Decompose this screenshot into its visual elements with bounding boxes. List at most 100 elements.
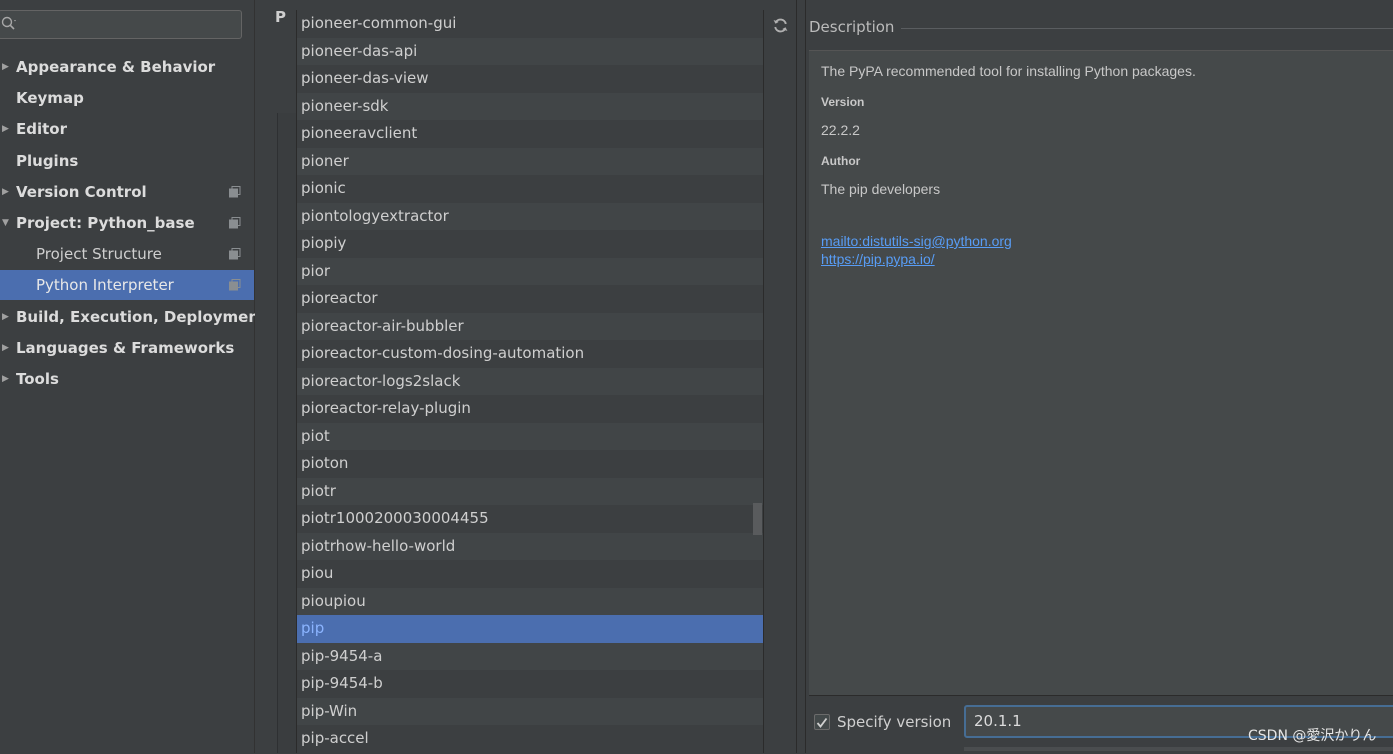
- sidebar-item[interactable]: ▶ Editor: [0, 114, 254, 144]
- collapsed-arrow-icon[interactable]: ▶: [2, 364, 9, 394]
- sidebar-item-label: Project: Python_base: [16, 214, 195, 232]
- package-name: piotr1000200030004455: [301, 509, 489, 527]
- collapsed-arrow-icon[interactable]: ▶: [2, 302, 9, 332]
- collapsed-arrow-icon[interactable]: ▶: [2, 177, 9, 207]
- package-row[interactable]: pip-Win: [297, 697, 764, 725]
- sidebar-item[interactable]: ▶ Build, Execution, Deployment: [0, 302, 266, 332]
- available-packages-list[interactable]: pioneer-common-gui pioneer-das-api pioneer…: [296, 10, 764, 753]
- page-title: P: [275, 8, 286, 26]
- package-row[interactable]: pip-9454-b: [297, 670, 764, 698]
- package-row[interactable]: pioneer-sdk: [297, 92, 764, 120]
- package-row[interactable]: pioton: [297, 450, 764, 478]
- package-name: pip-9454-b: [301, 674, 383, 692]
- sidebar-item-label: Plugins: [16, 152, 79, 170]
- package-name: pip-9454-a: [301, 646, 383, 665]
- project-scope-icon: [229, 279, 241, 291]
- sidebar-item-label: Python Interpreter: [36, 276, 174, 294]
- package-name: pioneer-sdk: [301, 96, 389, 115]
- package-name: pioreactor: [301, 289, 378, 307]
- package-name: pioneeravclient: [301, 124, 418, 142]
- sidebar-item[interactable]: Plugins: [0, 146, 254, 176]
- package-name: pip-Win: [301, 701, 358, 720]
- package-row[interactable]: piotr1000200030004455: [297, 505, 764, 533]
- watermark-text: CSDN @愛沢かりん: [1248, 728, 1377, 744]
- sidebar-item-label: Appearance & Behavior: [16, 58, 216, 76]
- package-summary: The PyPA recommended tool for installing…: [821, 63, 1196, 79]
- package-name: pioreactor-logs2slack: [301, 371, 461, 390]
- package-row[interactable]: pionic: [297, 175, 764, 203]
- sidebar-item[interactable]: Project Structure: [0, 239, 254, 269]
- email-link[interactable]: mailto:distutils-sig@python.org: [821, 233, 1012, 249]
- specify-version-label[interactable]: Specify version: [837, 713, 951, 731]
- sidebar-item[interactable]: ▶ Appearance & Behavior: [0, 52, 254, 82]
- collapsed-arrow-icon[interactable]: ▶: [2, 333, 9, 363]
- sidebar-item[interactable]: Keymap: [0, 83, 254, 113]
- project-scope-icon: [229, 248, 241, 260]
- package-row[interactable]: pior: [297, 257, 764, 285]
- version-label: Version: [821, 95, 865, 109]
- package-row[interactable]: pioreactor-air-bubbler: [297, 312, 764, 340]
- package-row[interactable]: pioneeravclient: [297, 120, 764, 148]
- package-row[interactable]: piotrhow-hello-world: [297, 532, 764, 560]
- description-title: Description: [809, 18, 895, 36]
- package-name: piontologyextractor: [301, 206, 449, 225]
- refresh-icon[interactable]: [772, 17, 789, 34]
- search-icon: [1, 16, 16, 30]
- package-row[interactable]: pioreactor-relay-plugin: [297, 395, 764, 423]
- package-name: pior: [301, 261, 331, 280]
- sidebar-item-label: Version Control: [16, 183, 147, 201]
- package-row[interactable]: pioreactor-custom-dosing-automation: [297, 340, 764, 368]
- package-row[interactable]: piopiy: [297, 230, 764, 258]
- expanded-arrow-icon[interactable]: ▼: [2, 208, 9, 238]
- package-name: pioreactor-air-bubbler: [301, 316, 464, 335]
- sidebar-item[interactable]: ▶ Version Control: [0, 177, 254, 207]
- package-name: pioneer-das-api: [301, 41, 418, 60]
- package-name: pioreactor-custom-dosing-automation: [301, 344, 585, 362]
- sidebar-item-label: Build, Execution, Deployment: [16, 308, 267, 326]
- package-name: pioneer-common-gui: [301, 14, 457, 32]
- package-name: pioner: [301, 151, 349, 170]
- sidebar-item[interactable]: ▶ Languages & Frameworks: [0, 333, 254, 363]
- package-row[interactable]: piotr: [297, 477, 764, 505]
- package-row[interactable]: pioupiou: [297, 587, 764, 615]
- package-row[interactable]: piou: [297, 560, 764, 588]
- package-name: pioneer-das-view: [301, 69, 429, 87]
- settings-sidebar: ▶ Appearance & Behavior Keymap ▶ Editor Plugi…: [0, 0, 266, 753]
- checkmark-icon: [816, 717, 828, 728]
- package-row[interactable]: pip-accel: [297, 725, 764, 753]
- page-panel-edge: [277, 113, 298, 753]
- package-description-panel: Description The PyPA recommended tool fo…: [806, 0, 1393, 754]
- package-row[interactable]: piontologyextractor: [297, 202, 764, 230]
- project-scope-icon: [229, 217, 241, 229]
- package-row[interactable]: pioreactor: [297, 285, 764, 313]
- specify-version-checkbox[interactable]: [814, 714, 830, 730]
- sidebar-item-label: Editor: [16, 120, 67, 138]
- package-row[interactable]: pioneer-das-api: [297, 37, 764, 65]
- package-list-scrollbar[interactable]: [753, 503, 762, 535]
- panel-splitter[interactable]: [796, 0, 806, 753]
- package-row[interactable]: pip: [297, 615, 764, 643]
- project-scope-icon: [229, 186, 241, 198]
- package-row[interactable]: pioneer-common-gui: [297, 10, 764, 38]
- package-row[interactable]: piot: [297, 422, 764, 450]
- settings-search-input[interactable]: [0, 10, 242, 39]
- collapsed-arrow-icon[interactable]: ▶: [2, 52, 9, 82]
- sidebar-item[interactable]: ▶ Tools: [0, 364, 254, 394]
- package-row[interactable]: pioreactor-logs2slack: [297, 367, 764, 395]
- author-label: Author: [821, 154, 861, 168]
- options-field-edge: [964, 747, 1393, 751]
- package-name: pionic: [301, 179, 346, 197]
- homepage-link[interactable]: https://pip.pypa.io/: [821, 251, 935, 267]
- version-value: 22.2.2: [821, 122, 860, 138]
- sidebar-item[interactable]: Python Interpreter: [0, 270, 254, 300]
- title-divider: [901, 28, 1393, 29]
- sidebar-item[interactable]: ▼ Project: Python_base: [0, 208, 254, 238]
- package-name: pioton: [301, 454, 349, 472]
- package-name: piou: [301, 564, 334, 582]
- package-row[interactable]: pioneer-das-view: [297, 65, 764, 93]
- package-row[interactable]: pip-9454-a: [297, 642, 764, 670]
- package-row[interactable]: pioner: [297, 147, 764, 175]
- package-name: pip: [301, 619, 325, 637]
- sidebar-item-label: Languages & Frameworks: [16, 339, 235, 357]
- collapsed-arrow-icon[interactable]: ▶: [2, 114, 9, 144]
